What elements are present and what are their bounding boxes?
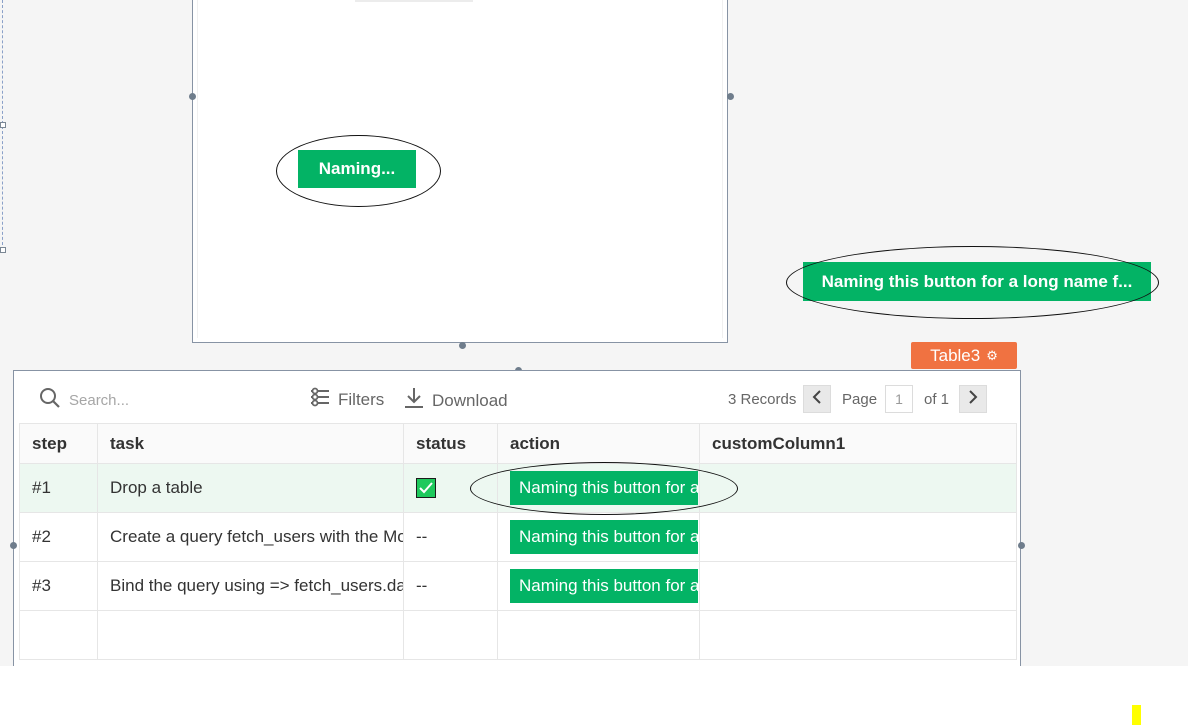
editor-canvas[interactable]: Naming... Naming this button for a long … [0,0,1188,666]
checkmark-icon [419,482,433,494]
page-total-label: of 1 [924,391,950,408]
data-table: step task status action customColumn1 #1… [19,423,1017,660]
cell-step: #2 [19,512,98,562]
records-count: 3 Records [728,391,797,408]
cell-status [403,463,498,513]
page-number-input[interactable] [885,385,913,413]
download-icon [404,387,424,414]
table-row[interactable]: #3 Bind the query using => fetch_users.d… [19,561,1017,611]
cell-custom-column [699,463,1017,513]
cell-action: Naming this button for a long name f [497,561,700,611]
table-resize-handle-left[interactable] [10,542,17,549]
cell-task: Create a query fetch_users with the Mock… [97,512,404,562]
table-body: Filters Download 3 Records [19,375,1017,666]
table-row-empty [19,610,1017,660]
gear-icon[interactable]: ⚙ [986,348,998,364]
cell-step: #1 [19,463,98,513]
search-icon [39,387,61,414]
cell-status: -- [403,561,498,611]
long-name-button[interactable]: Naming this button for a long name f... [803,262,1151,301]
container-resize-handle-right[interactable] [727,93,734,100]
chevron-right-icon [968,389,978,409]
chevron-left-icon [812,389,822,409]
container-resize-handle-left[interactable] [189,93,196,100]
previous-page-button[interactable] [803,385,831,413]
status-checkbox[interactable] [416,478,436,499]
cell-custom-column [699,561,1017,611]
column-header-action[interactable]: action [497,423,700,464]
column-header-customcolumn1[interactable]: customColumn1 [699,423,1017,464]
cell-task: Bind the query using => fetch_users.data [97,561,404,611]
table-widget-badge[interactable]: Table3 ⚙ [911,342,1017,369]
filter-sliders-icon [310,387,330,412]
table-resize-handle-right[interactable] [1018,542,1025,549]
cell-step: #3 [19,561,98,611]
short-name-button[interactable]: Naming... [298,150,416,188]
cell-custom-column [699,512,1017,562]
resize-handle[interactable] [0,122,6,128]
cell-action: Naming this button for a long name f [497,463,700,513]
column-header-step[interactable]: step [19,423,98,464]
row-action-button[interactable]: Naming this button for a long name f [510,520,698,554]
cell-task: Drop a table [97,463,404,513]
filters-label: Filters [338,389,385,409]
cell-status: -- [403,512,498,562]
container-resize-handle-bottom[interactable] [459,342,466,349]
page-label: Page [842,391,878,408]
row-action-button[interactable]: Naming this button for a long name f [510,569,698,603]
table-toolbar: Filters Download 3 Records [19,375,1016,424]
container-child-sliver [355,0,473,2]
filters-button[interactable]: Filters [310,387,384,412]
container-widget[interactable] [192,0,728,343]
cell-action: Naming this button for a long name f [497,512,700,562]
table-header-row: step task status action customColumn1 [19,423,1017,464]
container-inner-border [197,0,723,338]
table-name-label: Table3 [930,345,981,365]
download-button[interactable]: Download [404,387,508,414]
table-widget[interactable]: Filters Download 3 Records [13,370,1021,666]
next-page-button[interactable] [959,385,987,413]
column-header-status[interactable]: status [403,423,498,464]
search-box[interactable] [39,387,249,414]
resize-handle[interactable] [0,247,6,253]
table-row[interactable]: #2 Create a query fetch_users with the M… [19,512,1017,562]
text-cursor-highlight [1132,705,1141,725]
row-action-button[interactable]: Naming this button for a long name f [510,471,698,505]
table-row[interactable]: #1 Drop a table Naming this button for a… [19,463,1017,513]
search-input[interactable] [69,392,249,409]
column-header-task[interactable]: task [97,423,404,464]
download-label: Download [432,390,508,410]
